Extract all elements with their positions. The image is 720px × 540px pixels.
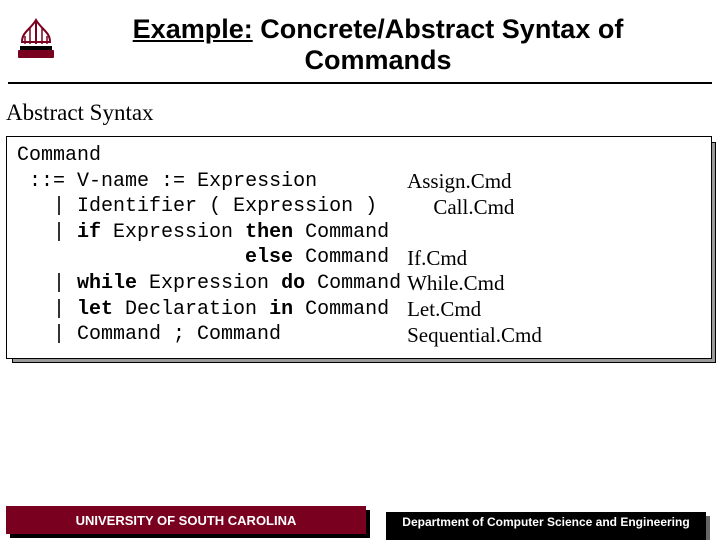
grammar-line: | if Expression then Command: [17, 220, 401, 246]
grammar-label: If.Cmd: [407, 246, 542, 272]
grammar-label: [407, 220, 542, 246]
usc-logo-icon: [12, 16, 60, 64]
footer-right: Department of Computer Science and Engin…: [386, 512, 706, 540]
grammar-code: Command ::= V-name := Expression | Ident…: [17, 143, 401, 348]
grammar-label: Call.Cmd: [407, 195, 542, 221]
grammar-line: | Command ; Command: [17, 322, 401, 348]
title-rest: Concrete/Abstract Syntax of Commands: [253, 14, 624, 75]
grammar-label: Assign.Cmd: [407, 169, 542, 195]
grammar-line: else Command: [17, 245, 401, 271]
title-row: Example: Concrete/Abstract Syntax of Com…: [0, 0, 720, 78]
grammar-label: Let.Cmd: [407, 297, 542, 323]
grammar-line: | let Declaration in Command: [17, 297, 401, 323]
section-heading: Abstract Syntax: [0, 84, 720, 136]
title-underlined: Example:: [133, 14, 253, 44]
grammar-labels: Assign.Cmd Call.Cmd If.CmdWhile.CmdLet.Cm…: [401, 143, 542, 348]
grammar-label: Sequential.Cmd: [407, 323, 542, 349]
grammar-box: Command ::= V-name := Expression | Ident…: [6, 136, 712, 359]
slide: Example: Concrete/Abstract Syntax of Com…: [0, 0, 720, 540]
footer-left: UNIVERSITY OF SOUTH CAROLINA: [6, 506, 366, 534]
grammar-label: While.Cmd: [407, 271, 542, 297]
grammar-line: ::= V-name := Expression: [17, 169, 401, 195]
grammar-line: | while Expression do Command: [17, 271, 401, 297]
footer: UNIVERSITY OF SOUTH CAROLINA Department …: [0, 496, 720, 540]
grammar-head: Command: [17, 143, 401, 169]
slide-title: Example: Concrete/Abstract Syntax of Com…: [66, 10, 700, 78]
grammar-line: | Identifier ( Expression ): [17, 194, 401, 220]
grammar-box-inner: Command ::= V-name := Expression | Ident…: [6, 136, 712, 359]
